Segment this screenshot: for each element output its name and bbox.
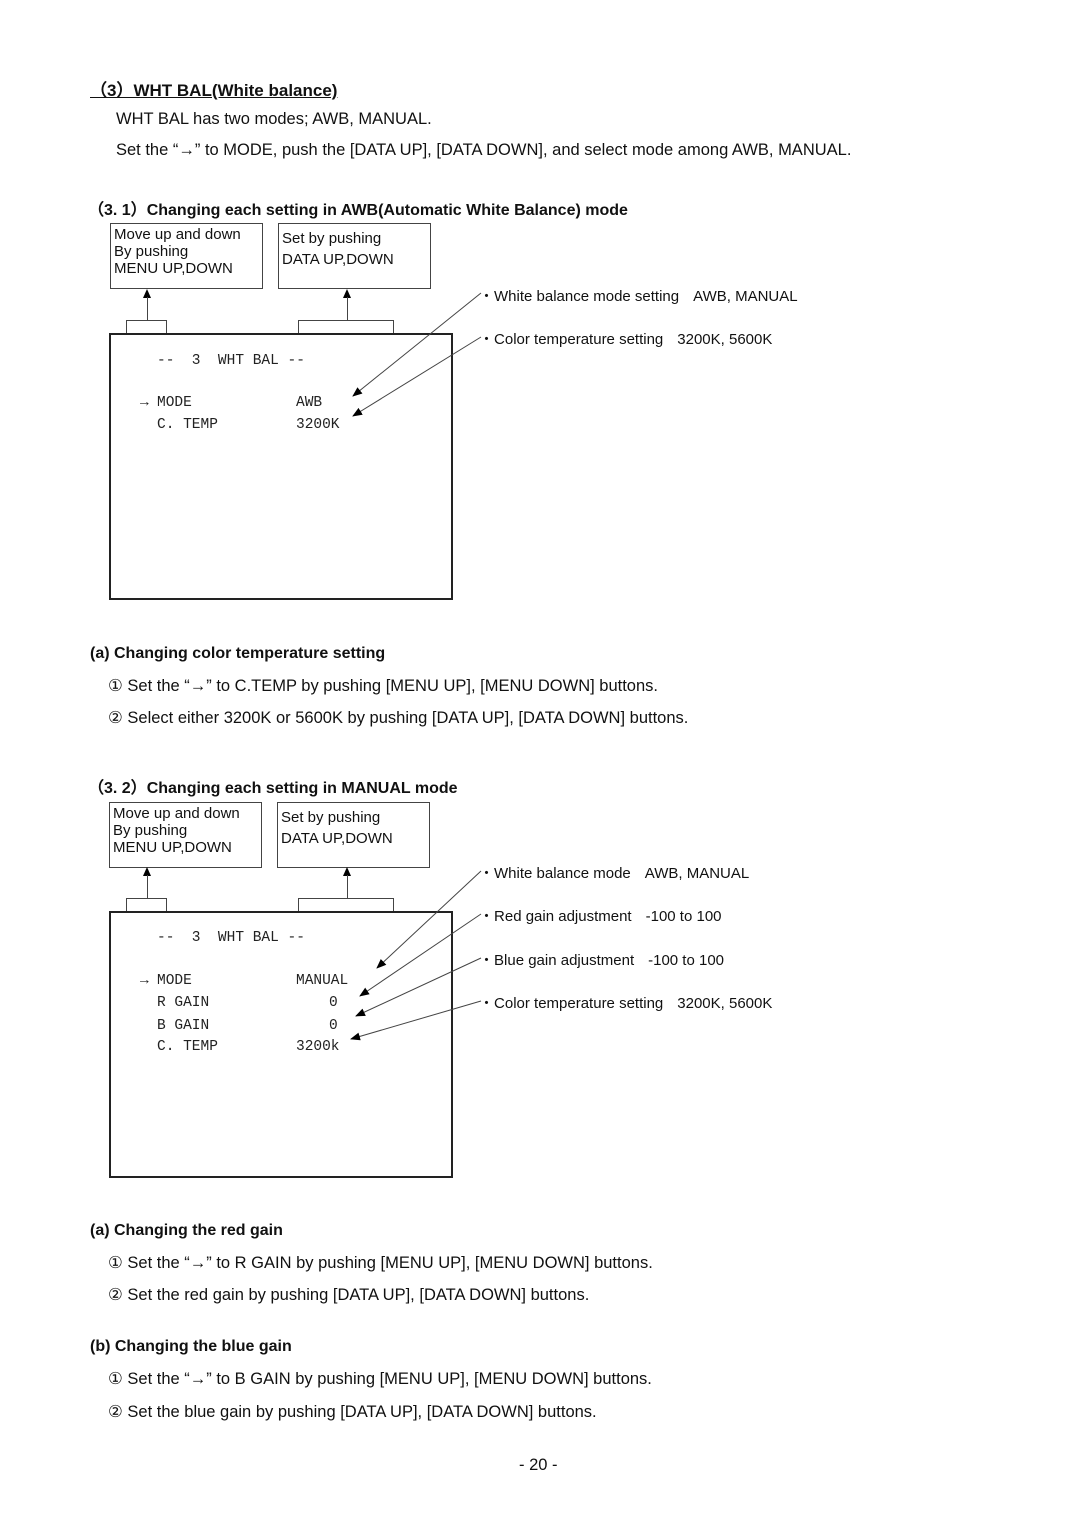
manual-menu-updown-note: Move up and down By pushing MENU UP,DOWN: [109, 802, 262, 868]
intro-line-1: WHT BAL has two modes; AWB, MANUAL.: [116, 110, 432, 128]
blue-gain-subheading: (b) Changing the blue gain: [90, 1338, 292, 1355]
blue-gain-step-2: ② Set the blue gain by pushing [DATA UP]…: [108, 1402, 597, 1422]
callout-value: AWB, MANUAL: [693, 288, 798, 305]
note-line: By pushing: [114, 243, 189, 260]
awb-callout-mode: ・White balance mode setting AWB, MANUAL: [479, 285, 798, 306]
menu-button-tab: [126, 320, 167, 334]
step-text: Set the “→” to B GAIN by pushing [MENU U…: [127, 1370, 652, 1388]
note-line: DATA UP,DOWN: [281, 830, 393, 847]
note-line: Move up and down: [113, 805, 240, 822]
page-number: - 20 -: [519, 1456, 558, 1474]
callout-label: White balance mode setting: [494, 288, 680, 305]
manual-callout-mode: ・White balance mode AWB, MANUAL: [479, 862, 749, 883]
callout-label: Red gain adjustment: [494, 908, 632, 925]
note-line: Set by pushing: [282, 230, 382, 247]
step-text: Set the “→” to C.TEMP by pushing [MENU U…: [127, 677, 658, 695]
callout-label: Blue gain adjustment: [494, 952, 635, 969]
manual-heading: （3. 2）Changing each setting in MANUAL mo…: [88, 780, 458, 797]
manual-row-bgain-value: 0: [329, 1018, 338, 1034]
note-line: MENU UP,DOWN: [114, 260, 233, 277]
manual-row-mode-value: MANUAL: [296, 973, 349, 989]
section-title: （3）WHT BAL(White balance): [90, 81, 338, 100]
awb-menu-screen: [109, 333, 453, 600]
manual-callout-rgain: ・Red gain adjustment -100 to 100: [479, 905, 722, 926]
awb-row-mode-label: MODE: [157, 395, 192, 411]
manual-callout-bgain: ・Blue gain adjustment -100 to 100: [479, 949, 724, 970]
manual-row-rgain-label: R GAIN: [157, 995, 210, 1011]
note-line: Set by pushing: [281, 809, 381, 826]
note-line: MENU UP,DOWN: [113, 839, 232, 856]
awb-row-ctemp-label: C. TEMP: [157, 417, 218, 433]
data-button-tab: [298, 320, 394, 334]
callout-label: Color temperature setting: [494, 995, 664, 1012]
callout-value: AWB, MANUAL: [644, 865, 750, 882]
bullet-icon: ・: [479, 952, 495, 969]
callout-label: White balance mode: [494, 865, 631, 882]
manual-data-updown-note: Set by pushing DATA UP,DOWN: [277, 802, 430, 868]
step-text: Set the “→” to R GAIN by pushing [MENU U…: [127, 1254, 653, 1272]
bullet-icon: ・: [479, 288, 495, 305]
step-text: Select either 3200K or 5600K by pushing …: [127, 709, 689, 727]
note-line: By pushing: [113, 822, 188, 839]
connector-line: [147, 875, 148, 898]
manual-callout-ctemp: ・Color temperature setting 3200K, 5600K: [479, 992, 772, 1013]
data-button-tab: [298, 898, 394, 912]
bullet-icon: ・: [479, 865, 495, 882]
manual-row-bgain-label: B GAIN: [157, 1018, 210, 1034]
blue-gain-step-1: ① Set the “→” to B GAIN by pushing [MENU…: [108, 1369, 652, 1389]
awb-callout-ctemp: ・Color temperature setting 3200K, 5600K: [479, 328, 772, 349]
awb-heading: （3. 1）Changing each setting in AWB(Autom…: [88, 202, 628, 219]
intro-line-2: Set the “→” to MODE, push the [DATA UP],…: [116, 141, 852, 159]
manual-screen-title: -- 3 WHT BAL --: [157, 930, 305, 946]
bullet-icon: ・: [479, 908, 495, 925]
step-number: ②: [108, 1403, 123, 1421]
ctemp-step-2: ② Select either 3200K or 5600K by pushin…: [108, 708, 688, 728]
red-gain-subheading: (a) Changing the red gain: [90, 1222, 283, 1239]
cursor-arrow-icon: →: [140, 973, 149, 989]
bullet-icon: ・: [479, 995, 495, 1012]
red-gain-step-2: ② Set the red gain by pushing [DATA UP],…: [108, 1285, 589, 1305]
menu-button-tab: [126, 898, 167, 912]
awb-data-updown-note: Set by pushing DATA UP,DOWN: [278, 223, 431, 289]
connector-line: [347, 297, 348, 320]
callout-value: 3200K, 5600K: [677, 331, 773, 348]
step-text: Set the red gain by pushing [DATA UP], […: [127, 1286, 590, 1304]
manual-row-mode-label: MODE: [157, 973, 192, 989]
awb-row-ctemp-value: 3200K: [296, 417, 340, 433]
cursor-arrow-icon: →: [140, 395, 149, 411]
manual-row-rgain-value: 0: [329, 995, 338, 1011]
note-line: Move up and down: [114, 226, 241, 243]
step-number: ②: [108, 709, 123, 727]
callout-value: 3200K, 5600K: [677, 995, 773, 1012]
step-number: ①: [108, 1254, 123, 1272]
red-gain-step-1: ① Set the “→” to R GAIN by pushing [MENU…: [108, 1253, 653, 1273]
awb-row-mode-value: AWB: [296, 395, 323, 411]
step-text: Set the blue gain by pushing [DATA UP], …: [127, 1403, 597, 1421]
callout-value: -100 to 100: [645, 908, 722, 925]
ctemp-step-1: ① Set the “→” to C.TEMP by pushing [MENU…: [108, 676, 658, 696]
connector-line: [347, 875, 348, 898]
step-number: ①: [108, 1370, 123, 1388]
ctemp-subheading: (a) Changing color temperature setting: [90, 645, 386, 662]
step-number: ②: [108, 1286, 123, 1304]
connector-line: [147, 297, 148, 320]
note-line: DATA UP,DOWN: [282, 251, 394, 268]
callout-label: Color temperature setting: [494, 331, 664, 348]
manual-row-ctemp-value: 3200k: [296, 1039, 340, 1055]
awb-screen-title: -- 3 WHT BAL --: [157, 353, 305, 369]
awb-menu-updown-note: Move up and down By pushing MENU UP,DOWN: [110, 223, 263, 289]
step-number: ①: [108, 677, 123, 695]
manual-row-ctemp-label: C. TEMP: [157, 1039, 218, 1055]
bullet-icon: ・: [479, 331, 495, 348]
callout-value: -100 to 100: [648, 952, 725, 969]
